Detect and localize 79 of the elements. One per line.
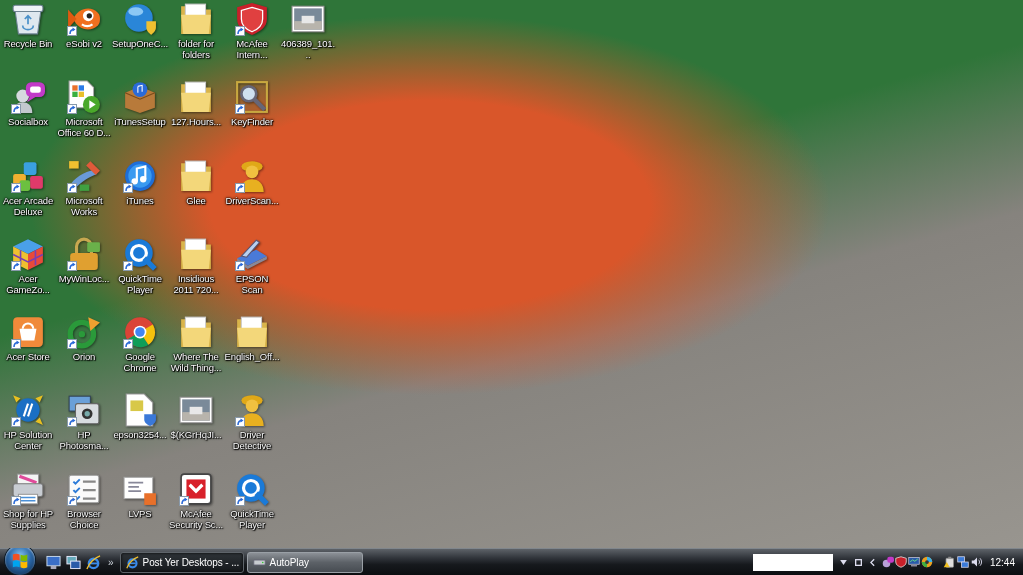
desktop-item[interactable]: MyWinLoc... — [56, 236, 112, 284]
toolbar-field[interactable] — [752, 553, 833, 571]
desktop-item[interactable]: QuickTime Player — [224, 471, 280, 530]
desktop-item[interactable]: Orion — [56, 315, 112, 363]
desktop-item[interactable]: epson3254... — [112, 393, 168, 441]
folder-icon — [235, 315, 269, 350]
desktop-item[interactable]: Microsoft Works — [56, 158, 112, 217]
desktop-item[interactable]: Google Chrome — [112, 315, 168, 374]
printer-icon — [11, 471, 45, 506]
desktop-item[interactable]: McAfee Intern... — [224, 2, 280, 60]
ring-icon — [235, 471, 269, 506]
speech-bubble-icon[interactable] — [881, 556, 894, 568]
padlock-icon — [67, 236, 101, 271]
desktop-item[interactable]: folder for folders — [168, 2, 224, 60]
desktop-item[interactable]: QuickTime Player — [112, 236, 168, 295]
orbit-ring-icon[interactable] — [86, 554, 101, 570]
network-icon[interactable] — [956, 556, 969, 568]
play-document-icon — [67, 80, 101, 115]
magnifier-icon — [235, 80, 269, 115]
folder-icon — [179, 315, 213, 350]
desktop-item[interactable]: LVPS — [112, 471, 168, 519]
overflow-chevron[interactable]: » — [108, 556, 114, 568]
desktop-item[interactable]: McAfee Security Sc... — [168, 471, 224, 530]
desktop-item[interactable]: eSobi v2 — [56, 2, 112, 49]
taskbar-window-button[interactable]: Post Yer Desktops - ... — [119, 551, 244, 573]
desktop-item[interactable]: Insidious 2011 720... — [168, 236, 224, 295]
folder-icon — [179, 80, 213, 115]
folder-icon — [179, 2, 213, 36]
target-icon — [67, 315, 101, 350]
shield-icon[interactable] — [894, 556, 907, 568]
ring-icon — [123, 236, 157, 271]
caret-icon[interactable] — [839, 559, 847, 565]
desktop-item[interactable]: Acer Arcade Deluxe — [0, 158, 56, 217]
document-icon — [123, 393, 157, 428]
square-icon[interactable] — [854, 558, 862, 566]
monitor-icon[interactable] — [46, 554, 61, 570]
flag-icon — [11, 551, 29, 569]
trash-can-icon — [11, 2, 45, 36]
desktop-item[interactable]: 127.Hours... — [168, 80, 224, 128]
box-icon — [123, 80, 157, 115]
desktop-item[interactable]: SetupOneC... — [112, 2, 168, 49]
desktop-item[interactable]: Microsoft Office 60 D... — [56, 80, 112, 139]
orbit-ring-icon — [125, 555, 139, 569]
desktop-item[interactable]: Shop for HP Supplies — [0, 471, 56, 530]
folder-icon — [179, 158, 213, 193]
desktop-item[interactable]: Socialbox — [0, 80, 56, 128]
folder-icon — [179, 236, 213, 271]
desktop-item[interactable]: KeyFinder — [224, 80, 280, 128]
shield-icon — [235, 2, 269, 36]
taskbar-window-button[interactable]: AutoPlay — [246, 551, 363, 573]
desktop-item[interactable]: 406389_101... — [280, 2, 336, 60]
desktop-item[interactable]: Where The Wild Thing... — [168, 315, 224, 374]
desktop-item[interactable]: $(KGrHqJI... — [168, 393, 224, 441]
desktop-item[interactable]: Glee — [168, 158, 224, 206]
desktop-item[interactable]: iTunesSetup — [112, 80, 168, 128]
desktop-item[interactable]: Acer GameZo... — [0, 236, 56, 295]
desktop-item[interactable]: DriverScan... — [224, 158, 280, 206]
desktop-item[interactable]: EPSON Scan — [224, 236, 280, 295]
monitor-icon[interactable] — [907, 556, 920, 568]
sphere-icon — [123, 2, 157, 36]
desktop-item[interactable]: Driver Detective — [224, 393, 280, 452]
desktop-item[interactable]: English_Off... — [224, 315, 280, 363]
shopping-bag-icon — [11, 315, 45, 350]
tile-icon — [179, 471, 213, 506]
desktop-item[interactable]: HP Photosma... — [56, 393, 112, 452]
desktop-item[interactable]: Recycle Bin — [0, 2, 56, 49]
cube-icon — [11, 236, 45, 271]
disc-icon[interactable] — [920, 556, 933, 568]
desktop-item[interactable]: Browser Choice — [56, 471, 112, 530]
battery-icon[interactable] — [942, 556, 955, 568]
desktop-item[interactable]: iTunes — [112, 158, 168, 206]
desktop-item[interactable]: Acer Store — [0, 315, 56, 363]
segmented-disc-icon — [123, 315, 157, 350]
music-note-icon — [123, 158, 157, 193]
desktop-item[interactable]: HP Solution Center — [0, 393, 56, 452]
chevron-icon[interactable] — [869, 557, 875, 567]
speaker-icon[interactable] — [970, 556, 983, 568]
clock[interactable]: 12:44 — [989, 556, 1015, 568]
stacked-windows-icon[interactable] — [66, 554, 81, 570]
